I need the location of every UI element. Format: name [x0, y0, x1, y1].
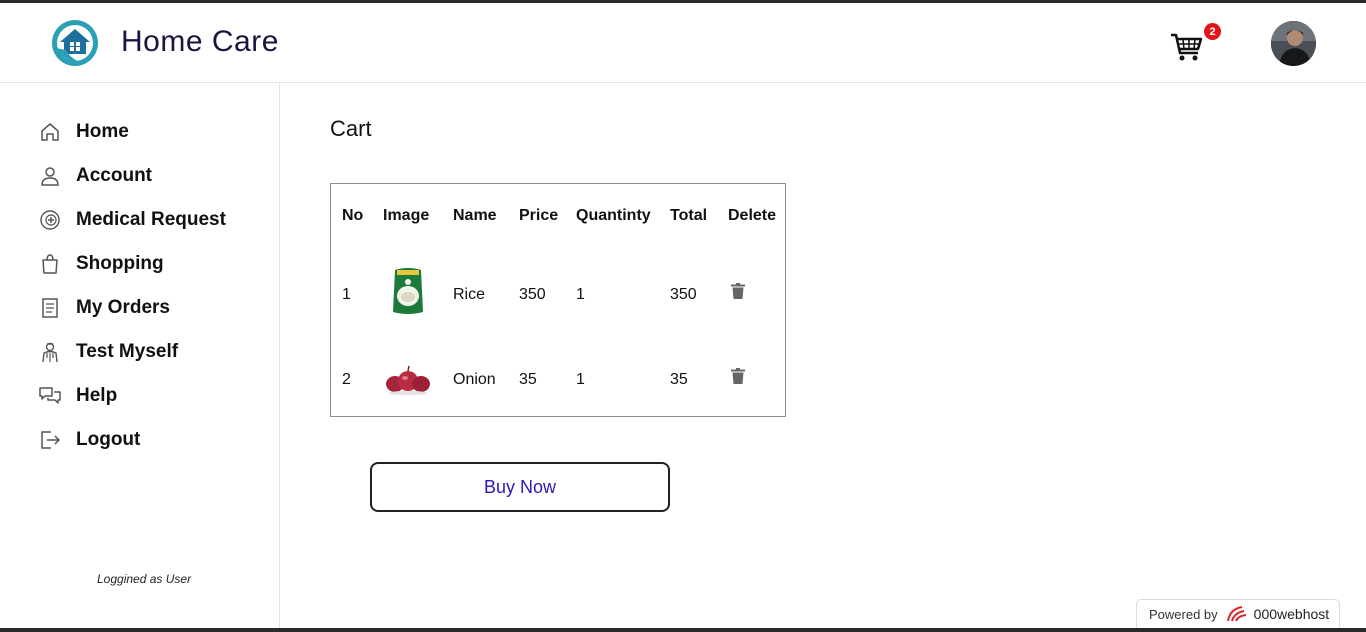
sidebar-item-label: Shopping [76, 253, 164, 274]
buy-now-button[interactable]: Buy Now [370, 462, 670, 512]
doctor-icon [38, 340, 62, 364]
sidebar-item-label: Medical Request [76, 209, 226, 230]
webhost-name: 000webhost [1253, 606, 1330, 622]
row-2-name: Onion [453, 371, 496, 388]
sidebar-item-label: Account [76, 165, 152, 186]
sidebar-item-medical-request[interactable]: Medical Request [38, 206, 226, 234]
sidebar-item-label: Help [76, 385, 118, 406]
page-title: Cart [330, 116, 372, 141]
user-icon [38, 164, 62, 188]
sidebar-item-logout[interactable]: Logout [38, 426, 140, 454]
column-header-image: Image [383, 207, 430, 224]
row-1-total: 350 [670, 286, 697, 303]
sidebar-item-label: My Orders [76, 297, 170, 318]
orders-icon [38, 296, 62, 320]
row-1-name: Rice [453, 286, 486, 303]
home-heart-icon[interactable] [50, 18, 100, 68]
rice-product-image [389, 266, 427, 321]
user-avatar[interactable] [1271, 21, 1316, 66]
row-2-quantity: 1 [576, 371, 585, 388]
app-title: Home Care [121, 25, 279, 58]
sidebar-item-my-orders[interactable]: My Orders [38, 294, 170, 322]
sidebar-item-label: Logout [76, 429, 141, 450]
column-header-quantity: Quantinty [576, 207, 651, 224]
sidebar-item-label: Home [76, 121, 129, 142]
shopping-cart-icon[interactable] [1168, 29, 1208, 69]
column-header-price: Price [519, 207, 559, 224]
row-2-no: 2 [342, 371, 351, 388]
sidebar-item-test-myself[interactable]: Test Myself [38, 338, 178, 366]
sidebar-item-home[interactable]: Home [38, 118, 129, 146]
onion-product-image [383, 364, 433, 401]
home-icon [38, 120, 62, 144]
logged-as-text: Loggined as User [97, 572, 192, 586]
delete-row-1-trash-icon[interactable] [731, 283, 745, 304]
column-header-no: No [342, 207, 364, 224]
row-1-price: 350 [519, 286, 546, 303]
bottom-border [0, 628, 1366, 632]
sidebar: Home Account Medical Request Shopping My… [0, 84, 280, 632]
row-1-quantity: 1 [576, 286, 585, 303]
sidebar-item-label: Test Myself [76, 341, 179, 362]
column-header-delete: Delete [728, 207, 777, 224]
column-header-name: Name [453, 207, 497, 224]
logout-icon [38, 428, 62, 452]
app-header: Home Care 2 [0, 3, 1366, 83]
sidebar-item-account[interactable]: Account [38, 162, 152, 190]
cart-table: No Image Name Price Quantinty Total Dele… [330, 183, 786, 417]
delete-row-2-trash-icon[interactable] [731, 368, 745, 389]
column-header-total: Total [670, 207, 708, 224]
sidebar-item-help[interactable]: Help [38, 382, 117, 410]
powered-by-badge[interactable]: Powered by 000webhost [1136, 599, 1340, 629]
chat-icon [38, 384, 62, 408]
row-2-price: 35 [519, 371, 537, 388]
cart-count-badge: 2 [1204, 23, 1221, 40]
row-2-total: 35 [670, 371, 688, 388]
shopping-bag-icon [38, 252, 62, 276]
powered-by-text: Powered by [1149, 606, 1218, 622]
webhost-logo-icon [1226, 605, 1248, 623]
medical-icon [38, 208, 62, 232]
sidebar-item-shopping[interactable]: Shopping [38, 250, 164, 278]
row-1-no: 1 [342, 286, 351, 303]
